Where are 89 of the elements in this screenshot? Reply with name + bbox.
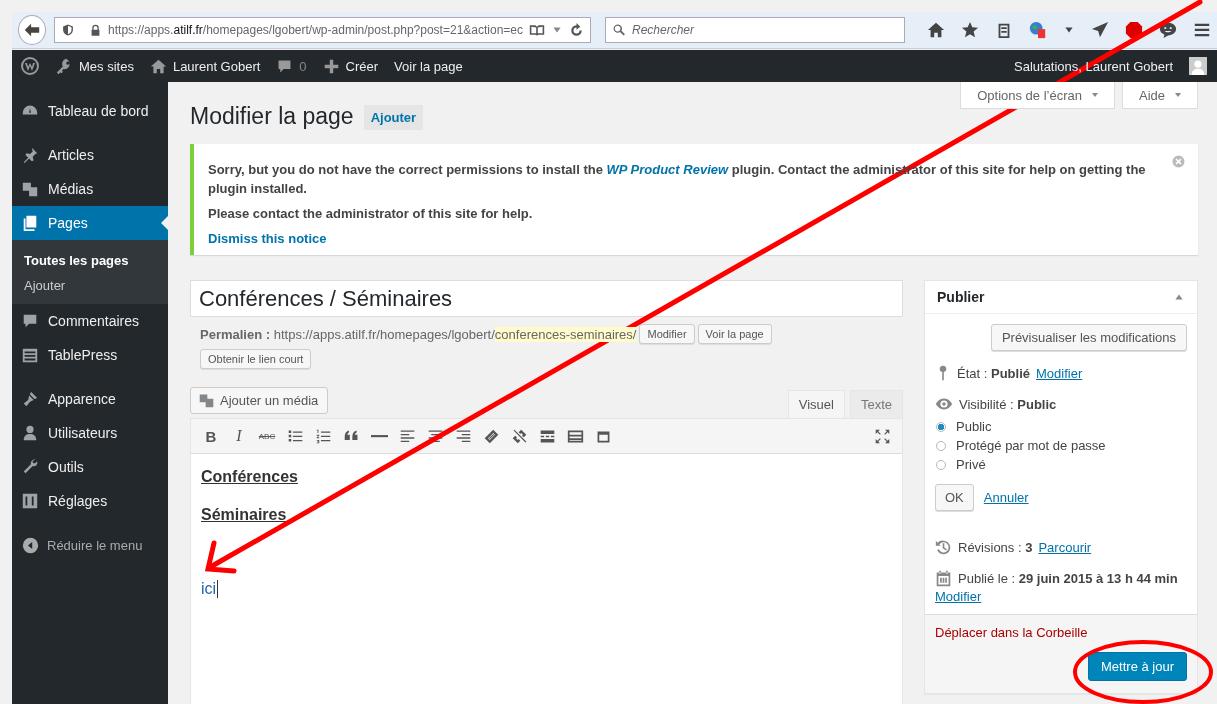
person-icon	[21, 424, 39, 442]
editor-tab[interactable]: Visuel	[787, 390, 845, 418]
admin-bar-item[interactable]: 0	[276, 57, 307, 75]
table-icon	[21, 346, 39, 364]
page-title: Modifier la page	[190, 102, 354, 130]
admin-bar-item[interactable]: Mes sites	[56, 57, 134, 75]
admin-bar-item[interactable]: Créer	[322, 57, 379, 75]
home-icon	[149, 57, 167, 75]
globe-icon[interactable]	[1029, 21, 1047, 39]
visibility-option[interactable]: Public	[936, 417, 1187, 436]
chat-icon[interactable]	[1159, 21, 1177, 39]
trash-link[interactable]: Déplacer dans la Corbeille	[935, 625, 1088, 640]
shield-icon	[61, 23, 76, 37]
sidebar-item[interactable]: Outils	[12, 450, 168, 484]
horizontal-line-icon	[370, 433, 388, 439]
media-icon	[21, 180, 39, 198]
sidebar-item[interactable]: Apparence	[12, 382, 168, 416]
collapse-arrow-icon	[22, 536, 39, 554]
published-date-text: Publié le : 29 juin 2015 à 13 h 44 min	[958, 571, 1178, 586]
permalink-text: Permalien : https://apps.atilf.fr/homepages/lgobert/conferences-seminaires/	[200, 326, 637, 342]
collapse-menu-button[interactable]: Réduire le menu	[12, 528, 168, 562]
search-icon	[612, 23, 626, 37]
visibility-text: Visibilité : Public	[959, 396, 1057, 412]
editor-tab[interactable]: Texte	[849, 390, 903, 418]
media-icon	[198, 392, 215, 409]
preview-button[interactable]: Prévisualiser les modifications	[990, 324, 1187, 351]
address-bar[interactable]: https://apps.atilf.fr/homepages/lgobert/wp-admin/post.php?post=21&action=ec	[54, 17, 591, 43]
notice-text: Please contact the administrator of this site for help.	[208, 205, 534, 223]
pages-icon	[21, 214, 39, 232]
add-new-button[interactable]: Ajouter	[363, 105, 424, 130]
paper-plane-icon[interactable]	[1091, 21, 1109, 39]
permalink-button[interactable]: Obtenir le lien court	[200, 349, 312, 369]
add-media-button[interactable]: Ajouter un média	[190, 387, 329, 414]
revisions-text: Révisions : 3	[958, 540, 1033, 555]
reader-view-icon[interactable]	[529, 22, 545, 38]
admin-bar-item[interactable]: Laurent Gobert	[149, 57, 261, 75]
pin-icon	[21, 146, 39, 164]
ok-button[interactable]: OK	[935, 484, 974, 511]
bold-button[interactable]: B	[199, 424, 223, 448]
strike-button[interactable]: ABC	[255, 424, 279, 448]
submenu-item[interactable]: Toutes les pages	[12, 248, 168, 273]
plus-icon	[322, 57, 340, 75]
plugin-link[interactable]: WP Product Review	[606, 162, 729, 177]
italic-button[interactable]: I	[227, 424, 251, 448]
dismiss-link[interactable]: Dismiss this notice	[208, 231, 327, 246]
edit-date-link[interactable]: Modifier	[935, 589, 982, 604]
cancel-link[interactable]: Annuler	[983, 490, 1029, 505]
brush-icon	[21, 390, 39, 408]
star-icon[interactable]	[961, 21, 979, 39]
screen-tab[interactable]: Aide	[1121, 82, 1198, 109]
content-link[interactable]: ici	[201, 580, 217, 598]
key-icon	[56, 57, 73, 75]
permalink-button[interactable]: Voir la page	[697, 324, 772, 344]
sidebar-item[interactable]: Utilisateurs	[12, 416, 168, 450]
sidebar-item[interactable]: Réglages	[12, 484, 168, 518]
sidebar-item[interactable]: Médias	[12, 172, 168, 206]
home-icon[interactable]	[927, 21, 945, 39]
calendar-icon	[935, 570, 952, 587]
edit-status-link[interactable]: Modifier	[1036, 365, 1083, 381]
browse-revisions-link[interactable]: Parcourir	[1038, 540, 1092, 555]
update-button[interactable]: Mettre à jour	[1088, 652, 1187, 681]
menu-icon[interactable]	[1193, 21, 1211, 39]
content-heading: Conférences	[201, 468, 299, 486]
back-arrow-icon	[23, 21, 42, 39]
permalink-button[interactable]: Modifier	[639, 324, 695, 344]
back-button[interactable]	[18, 15, 47, 45]
fullscreen-icon	[873, 427, 891, 445]
submenu-item[interactable]: Ajouter	[12, 273, 168, 298]
title-field[interactable]: Conférences / Séminaires	[190, 280, 903, 317]
visibility-option[interactable]: Protégé par mot de passe	[936, 436, 1187, 455]
wrench-icon	[21, 458, 39, 476]
numbered-list-icon	[314, 427, 332, 445]
status-text: État : Publié	[957, 365, 1030, 381]
reload-icon[interactable]	[569, 22, 584, 38]
screen-tab[interactable]: Options de l’écran	[960, 82, 1115, 109]
sidebar-item[interactable]: Articles	[12, 138, 168, 172]
search-field[interactable]: Rechercher	[605, 17, 905, 43]
sidebar-item[interactable]: Pages	[12, 206, 168, 240]
panel-title: Publier	[937, 289, 985, 305]
visibility-option[interactable]: Privé	[936, 455, 1187, 474]
sidebar-item[interactable]: TablePress	[12, 338, 168, 372]
logo-icon[interactable]	[20, 56, 40, 76]
admin-bar-item[interactable]: Voir la page	[394, 58, 463, 74]
unlink-icon	[510, 427, 528, 445]
sidebar-item[interactable]: Commentaires	[12, 304, 168, 338]
stop-sign-icon[interactable]	[1125, 21, 1143, 39]
content-heading: Séminaires	[201, 506, 288, 524]
sidebar-item[interactable]: Tableau de bord	[12, 94, 168, 128]
history-icon	[935, 539, 952, 556]
